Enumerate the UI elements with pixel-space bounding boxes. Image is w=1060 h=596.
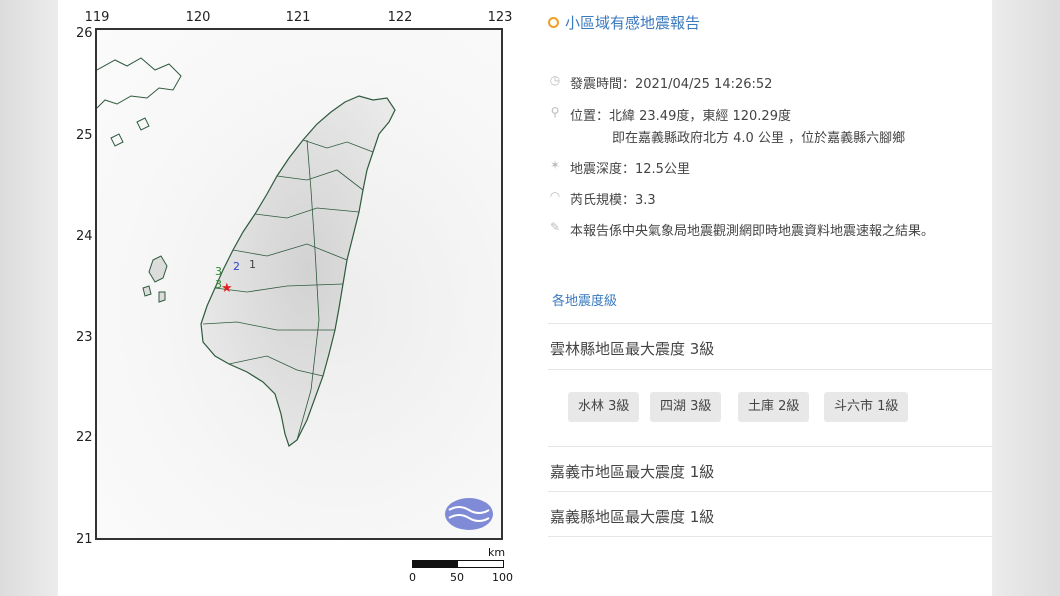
info-note: ✎ 本報告係中央氣象局地震觀測網即時地震資料地震速報之結果。: [548, 220, 934, 239]
station-chip[interactable]: 斗六市 1級: [824, 392, 909, 422]
lon-label: 119: [84, 10, 110, 25]
magnitude-icon: ◠: [549, 189, 561, 203]
earthquake-map: 119 120 121 122 123 26 25 24 23 22 21 3 …: [58, 0, 528, 596]
scale-unit: km: [488, 546, 506, 559]
report-title: 小區域有感地震報告: [548, 12, 700, 33]
intensity-section-link[interactable]: 各地震度級: [552, 290, 617, 309]
info-depth-text: 地震深度：12.5公里: [570, 162, 690, 177]
intensity-mark: 1: [249, 258, 256, 271]
lat-label: 21: [76, 532, 93, 547]
info-depth: ✶ 地震深度：12.5公里: [548, 158, 690, 177]
background-right: [992, 0, 1060, 596]
intensity-mark: 3: [215, 265, 222, 278]
report-details: 小區域有感地震報告 ◷ 發震時間：2021/04/25 14:26:52 ⚲ 位…: [548, 0, 992, 596]
info-time-text: 發震時間：2021/04/25 14:26:52: [570, 77, 773, 92]
lat-label: 25: [76, 128, 93, 143]
background-left: [0, 0, 58, 596]
info-location-text: 位置：北緯 23.49度，東經 120.29度: [570, 109, 791, 124]
lon-label: 122: [387, 10, 413, 25]
taiwan-island: [200, 95, 396, 447]
epicenter-star-icon: ★: [221, 281, 233, 296]
info-magnitude: ◠ 芮氏規模：3.3: [548, 189, 656, 208]
scale-tick: 100: [492, 571, 513, 584]
lon-label: 121: [285, 10, 311, 25]
intensity-mark: 2: [233, 260, 240, 273]
info-note-text: 本報告係中央氣象局地震觀測網即時地震資料地震速報之結果。: [570, 224, 935, 239]
station-chip[interactable]: 土庫 2級: [738, 392, 810, 422]
station-chip[interactable]: 水林 3級: [568, 392, 640, 422]
divider: [548, 369, 992, 370]
scale-tick: 50: [450, 571, 464, 584]
clock-icon: ◷: [549, 73, 561, 87]
taiwan-map-svg: 3 2 1 3 ★: [97, 57, 493, 530]
info-location-detail: 即在嘉義縣政府北方 4.0 公里 ，位於嘉義縣六腳鄉: [612, 131, 906, 146]
lat-label: 23: [76, 330, 93, 345]
info-magnitude-text: 芮氏規模：3.3: [570, 193, 656, 208]
map-canvas[interactable]: 3 2 1 3 ★: [95, 28, 503, 540]
region-title-yunlin: 雲林縣地區最大震度 3級: [550, 340, 715, 358]
report-title-text: 小區域有感地震報告: [565, 14, 701, 32]
penghu-islands: [142, 255, 168, 303]
lat-label: 26: [76, 26, 93, 41]
map-scale-bar: km 0 50 100: [409, 546, 513, 586]
lat-label: 24: [76, 229, 93, 244]
info-location: ⚲ 位置：北緯 23.49度，東經 120.29度: [548, 105, 791, 124]
divider: [548, 536, 992, 537]
info-time: ◷ 發震時間：2021/04/25 14:26:52: [548, 73, 773, 92]
scale-tick: 0: [409, 571, 416, 584]
scale-bar-graphic: [412, 560, 504, 568]
report-panel: 119 120 121 122 123 26 25 24 23 22 21 3 …: [58, 0, 992, 596]
depth-star-icon: ✶: [549, 158, 561, 172]
ring-icon: [548, 17, 559, 28]
station-chip[interactable]: 四湖 3級: [650, 392, 722, 422]
divider: [548, 446, 992, 447]
region-title-chiayi-city: 嘉義市地區最大震度 1級: [550, 463, 715, 481]
pencil-icon: ✎: [549, 220, 561, 234]
region-title-chiayi-county: 嘉義縣地區最大震度 1級: [550, 508, 715, 526]
divider: [548, 491, 992, 492]
cwb-logo: [445, 498, 493, 530]
map-pin-icon: ⚲: [550, 105, 560, 119]
china-coastline: [97, 57, 182, 147]
lon-label: 123: [487, 10, 513, 25]
divider: [548, 323, 992, 324]
lat-label: 22: [76, 430, 93, 445]
lon-label: 120: [185, 10, 211, 25]
